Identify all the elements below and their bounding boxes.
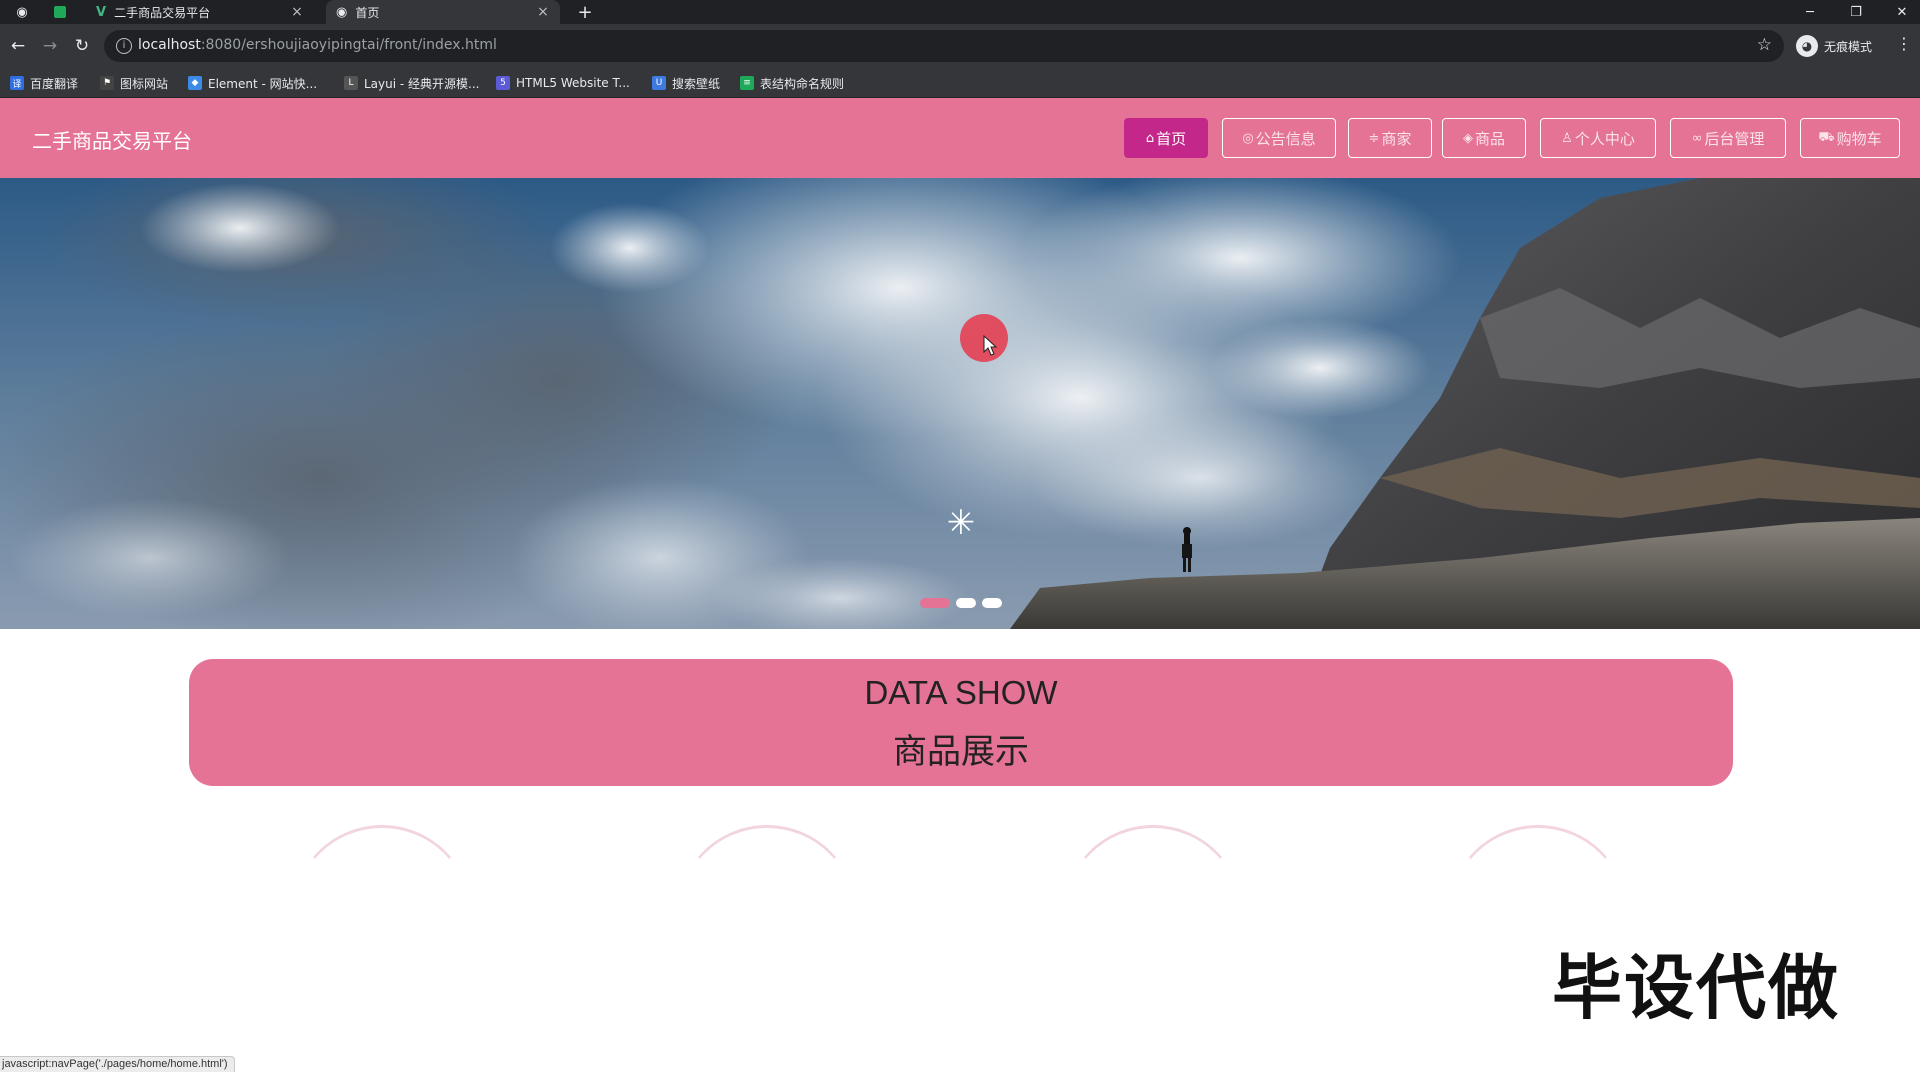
link-icon: ∞: [1691, 130, 1703, 146]
translate-icon: 译: [10, 76, 24, 90]
bookmark-label: 百度翻译: [30, 76, 79, 91]
html5-icon: 5: [496, 76, 510, 90]
nav-label: 个人中心: [1574, 129, 1635, 148]
carousel-slide-image: [0, 178, 1920, 629]
bookmark-item[interactable]: 5 HTML5 Website T...: [496, 74, 630, 92]
restore-icon[interactable]: ❐: [1838, 0, 1874, 24]
browser-menu-icon[interactable]: ◉: [13, 3, 31, 21]
nav-label: 后台管理: [1704, 129, 1765, 148]
incognito-icon: ◕: [1796, 35, 1818, 57]
bookmark-item[interactable]: L Layui - 经典开源模...: [344, 74, 479, 92]
minimize-icon[interactable]: ─: [1792, 0, 1828, 24]
bookmark-item[interactable]: 译百度翻译: [10, 74, 78, 92]
bookmark-item[interactable]: ◆ Element - 网站快...: [188, 74, 317, 92]
section-title-en: DATA SHOW: [864, 674, 1058, 711]
bookmarks-bar: 译百度翻译 ⚑ 图标网站 ◆ Element - 网站快... L Layui - 经…: [0, 68, 1920, 98]
flag-icon: ⚑: [100, 76, 114, 90]
close-icon[interactable]: ×: [290, 4, 304, 20]
nav-goods-button[interactable]: ◈ 商品: [1442, 118, 1526, 158]
site-title[interactable]: 二手商品交易平台: [32, 125, 192, 154]
info-icon[interactable]: i: [116, 38, 132, 54]
layui-icon: L: [344, 76, 358, 90]
bookmark-label: 图标网站: [120, 76, 169, 91]
back-icon[interactable]: ←: [6, 34, 30, 58]
bookmark-star-icon[interactable]: ☆: [1757, 35, 1772, 55]
incognito-profile[interactable]: ◕ 无痕模式: [1796, 34, 1872, 58]
bookmark-label: HTML5 Website T...: [516, 76, 630, 90]
address-bar[interactable]: i localhost:8080/ershoujiaoyipingtai/fro…: [104, 30, 1784, 62]
new-tab-button[interactable]: +: [574, 0, 596, 24]
nav-label: 购物车: [1836, 129, 1882, 148]
url-path: :8080/ershoujiaoyipingtai/front/index.ht…: [200, 37, 497, 53]
bookmark-item[interactable]: ≡ 表结构命名规则: [740, 74, 844, 92]
loading-spinner-icon: ✳: [946, 503, 976, 543]
home-icon: ⌂: [1145, 130, 1155, 146]
browser-status-url: javascript:navPage('./pages/home/home.ht…: [0, 1056, 235, 1072]
watermark-text: 毕设代做: [1552, 947, 1840, 1029]
more-menu-icon[interactable]: ⋮: [1896, 34, 1912, 58]
nav-notice-button[interactable]: ◎ 公告信息: [1222, 118, 1336, 158]
sheet-icon: ≡: [740, 76, 754, 90]
bookmark-label: 表结构命名规则: [760, 76, 845, 91]
forward-icon[interactable]: →: [38, 34, 62, 58]
tab-home[interactable]: ◉ 首页 ×: [326, 0, 560, 24]
bookmark-label: Element - 网站快...: [208, 76, 318, 91]
product-card-placeholder[interactable]: [1063, 825, 1243, 915]
nav-label: 商品: [1474, 129, 1505, 148]
bookmark-label: Layui - 经典开源模...: [364, 76, 480, 91]
carousel-dot-1[interactable]: [920, 598, 950, 608]
nav-home-button[interactable]: ⌂ 首页: [1124, 118, 1208, 158]
shop-icon: ≑: [1368, 130, 1380, 146]
bookmark-item[interactable]: U 搜索壁纸: [652, 74, 720, 92]
globe-icon: ◉: [336, 4, 348, 20]
tab-title: 二手商品交易平台: [114, 5, 211, 20]
nav-cart-button[interactable]: ⛟ 购物车: [1800, 118, 1900, 158]
nav-label: 首页: [1156, 129, 1187, 148]
carousel-dot-3[interactable]: [982, 598, 1002, 608]
url-text[interactable]: localhost:8080/ershoujiaoyipingtai/front…: [138, 37, 497, 53]
hero-carousel[interactable]: ✳: [0, 178, 1920, 629]
url-host: localhost: [138, 37, 201, 53]
bell-icon: ◎: [1242, 130, 1254, 146]
nav-admin-button[interactable]: ∞ 后台管理: [1670, 118, 1786, 158]
profile-label: 无痕模式: [1824, 39, 1873, 54]
cart-icon: ⛟: [1818, 129, 1835, 145]
box-icon: ◈: [1462, 130, 1473, 146]
product-card-placeholder[interactable]: [677, 825, 857, 915]
browser-tabstrip: ◉ V 二手商品交易平台 × ◉ 首页 × + ─ ❐ ✕: [0, 0, 1920, 24]
element-icon: ◆: [188, 76, 202, 90]
nav-label: 公告信息: [1255, 129, 1316, 148]
product-card-placeholder[interactable]: [1448, 825, 1628, 915]
close-icon[interactable]: ×: [536, 4, 550, 20]
vue-icon: V: [96, 4, 107, 20]
nav-profile-button[interactable]: ♙ 个人中心: [1540, 118, 1656, 158]
browser-toolbar: ← → ↻ i localhost:8080/ershoujiaoyipingt…: [0, 24, 1920, 68]
bookmark-item[interactable]: ⚑ 图标网站: [100, 74, 168, 92]
pinned-tab-icon[interactable]: [51, 3, 69, 21]
wallpaper-icon: U: [652, 76, 666, 90]
cursor-pointer-icon: [983, 335, 998, 356]
section-title-zh: 商品展示: [893, 732, 1029, 772]
nav-label: 商家: [1381, 129, 1412, 148]
reload-icon[interactable]: ↻: [70, 34, 94, 58]
user-icon: ♙: [1561, 130, 1573, 146]
section-heading-banner: DATA SHOW 商品展示: [189, 659, 1733, 786]
bookmark-label: 搜索壁纸: [672, 76, 721, 91]
product-card-placeholder[interactable]: [292, 825, 472, 915]
nav-merchant-button[interactable]: ≑ 商家: [1348, 118, 1432, 158]
tab-platform[interactable]: V 二手商品交易平台 ×: [86, 0, 314, 24]
close-window-icon[interactable]: ✕: [1884, 0, 1920, 24]
site-header: 二手商品交易平台 ⌂ 首页 ◎ 公告信息 ≑ 商家 ◈ 商品 ♙ 个人中心 ∞ 后台管理 ⛟…: [0, 98, 1920, 178]
tab-title: 首页: [355, 5, 380, 20]
carousel-dot-2[interactable]: [956, 598, 976, 608]
